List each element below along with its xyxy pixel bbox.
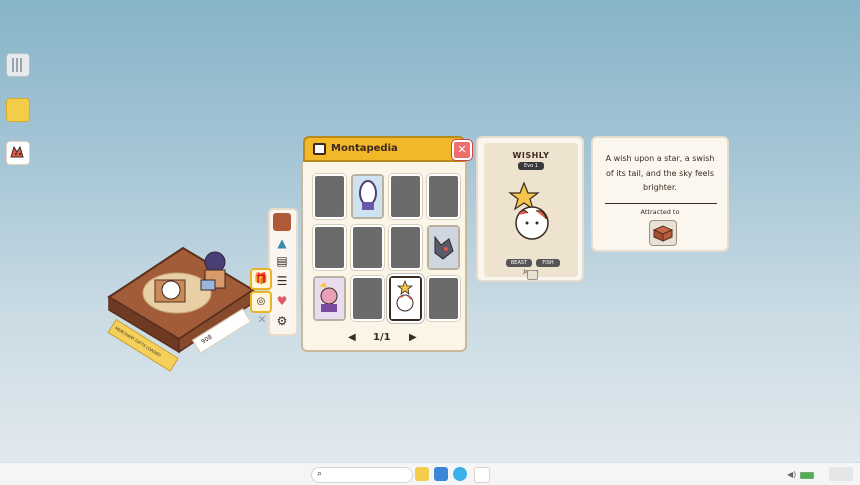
- montapedia-title: Montapedia: [331, 143, 398, 154]
- tag-beast: BEAST: [506, 259, 532, 267]
- monster-name: WISHLY: [512, 151, 550, 160]
- monster-card-rocket[interactable]: [351, 174, 384, 219]
- monster-card-locked[interactable]: [427, 174, 460, 219]
- origin-flag-icon: [527, 270, 538, 280]
- lock-icon[interactable]: ◎: [250, 291, 272, 313]
- room-scene: [105, 240, 255, 370]
- widget-toolbar: ▲ ▤ ☰ ♥ ⚙: [268, 208, 298, 336]
- montapedia-panel: Montapedia ✕ ◀ 1/1 ▶: [300, 136, 472, 352]
- monster-portrait: [508, 181, 549, 240]
- prev-page-icon[interactable]: ◀: [348, 332, 356, 343]
- taskbar: ⌕ ◀): [0, 462, 860, 485]
- montapedia-taskbar-icon[interactable]: [474, 467, 490, 483]
- page-indicator: 1/1: [373, 332, 391, 343]
- divider: [605, 203, 717, 204]
- gear-icon[interactable]: ⚙: [273, 312, 291, 330]
- monster-card-locked[interactable]: [313, 225, 346, 270]
- cardboard-box-icon: [652, 225, 674, 242]
- close-button[interactable]: ✕: [452, 140, 472, 160]
- file-explorer-icon[interactable]: [415, 467, 429, 481]
- tag-fish: FISH: [536, 259, 560, 267]
- monster-description-panel: A wish upon a star, a swish of its tail,…: [591, 136, 729, 252]
- search-icon: ⌕: [317, 469, 323, 479]
- montapedia-body: [301, 162, 467, 352]
- attracted-to-label: Attracted to: [640, 208, 680, 216]
- browser-icon[interactable]: [453, 467, 467, 481]
- taskbar-search[interactable]: ⌕: [311, 467, 413, 483]
- collapse-close-icon[interactable]: ✕: [255, 313, 269, 327]
- folder-icon[interactable]: [6, 98, 30, 122]
- monster-card-locked[interactable]: [427, 276, 460, 321]
- monster-card-locked[interactable]: [351, 225, 384, 270]
- next-page-icon[interactable]: ▶: [409, 332, 417, 343]
- monster-description: A wish upon a star, a swish of its tail,…: [605, 154, 715, 192]
- box-icon[interactable]: [273, 213, 291, 231]
- monster-card-locked[interactable]: [351, 276, 384, 321]
- checklist-icon[interactable]: ☰: [273, 272, 291, 290]
- clock[interactable]: [829, 467, 853, 481]
- attracted-item-box: [649, 220, 677, 246]
- trash-icon[interactable]: [6, 53, 30, 77]
- book-icon[interactable]: ▤: [273, 252, 291, 270]
- monster-card-locked[interactable]: [389, 174, 422, 219]
- monster-card-locked[interactable]: [389, 225, 422, 270]
- monster-card-wolf[interactable]: [427, 225, 460, 270]
- monster-detail-card: WISHLY Evo 1 BEAST FISH Japan: [476, 136, 584, 282]
- gift-icon[interactable]: 🎁: [250, 268, 272, 290]
- battery-icon[interactable]: [800, 472, 814, 479]
- monster-card-pig[interactable]: [313, 276, 346, 321]
- heart-icon[interactable]: ♥: [273, 292, 291, 310]
- montapedia-book-icon: [313, 143, 326, 155]
- shirt-icon[interactable]: ▲: [273, 234, 291, 252]
- montapedia-app-icon[interactable]: [6, 141, 30, 165]
- coin-count: 908: [200, 333, 214, 346]
- evo-badge: Evo 1: [518, 162, 544, 170]
- volume-icon[interactable]: ◀): [787, 470, 796, 479]
- monster-card-locked[interactable]: [313, 174, 346, 219]
- store-icon[interactable]: [434, 467, 448, 481]
- montapedia-header: Montapedia: [303, 136, 465, 162]
- monster-detail-inner: WISHLY Evo 1 BEAST FISH Japan: [484, 143, 578, 277]
- monster-card-wishly[interactable]: [389, 276, 422, 321]
